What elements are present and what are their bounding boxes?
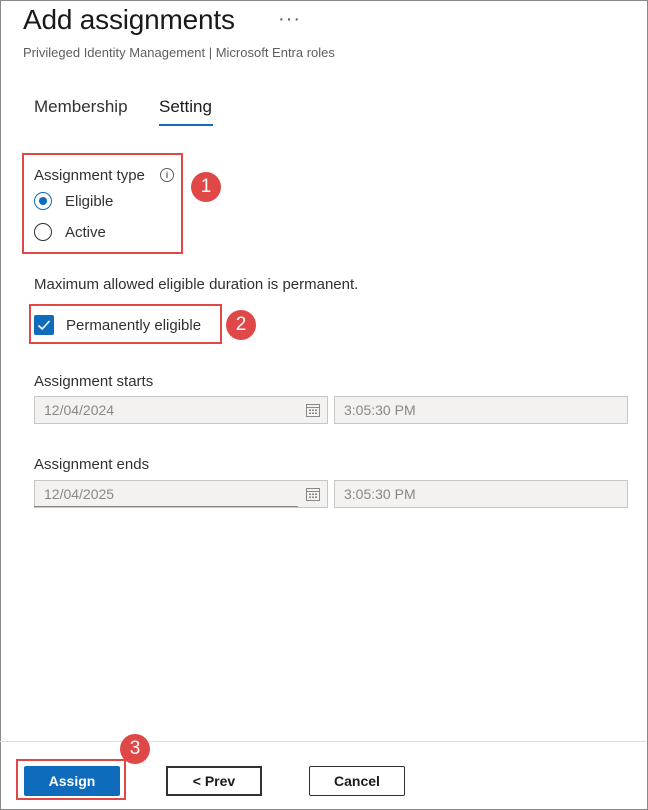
page-title: Add assignments: [23, 4, 235, 35]
footer-divider: [0, 741, 646, 742]
start-date-input[interactable]: 12/04/2024: [34, 396, 328, 424]
highlight-box-assign: [16, 759, 126, 800]
duration-note: Maximum allowed eligible duration is per…: [34, 276, 359, 293]
end-time-value: 3:05:30 PM: [344, 486, 416, 502]
highlight-box-permanently-eligible: [29, 304, 222, 344]
calendar-icon[interactable]: [306, 403, 320, 417]
end-time-input[interactable]: 3:05:30 PM: [334, 480, 628, 508]
active-tab-indicator: [159, 124, 213, 126]
cancel-button[interactable]: Cancel: [309, 766, 405, 796]
step-badge-3: 3: [120, 734, 150, 764]
page-subtitle: Privileged Identity Management | Microso…: [23, 45, 335, 60]
assignment-starts-label: Assignment starts: [34, 373, 154, 390]
start-date-value: 12/04/2024: [44, 402, 115, 418]
end-date-value: 12/04/2025: [44, 486, 115, 502]
end-date-input[interactable]: 12/04/2025: [34, 480, 328, 508]
prev-button[interactable]: < Prev: [166, 766, 262, 796]
start-time-input[interactable]: 3:05:30 PM: [334, 396, 628, 424]
tab-membership[interactable]: Membership: [34, 97, 128, 117]
step-badge-1: 1: [191, 172, 221, 202]
end-date-underline: [34, 506, 298, 507]
tab-setting[interactable]: Setting: [159, 97, 212, 117]
more-options-icon[interactable]: ···: [278, 8, 301, 31]
calendar-icon[interactable]: [306, 487, 320, 501]
step-badge-2: 2: [226, 310, 256, 340]
highlight-box-assignment-type: [22, 153, 183, 254]
start-time-value: 3:05:30 PM: [344, 402, 416, 418]
assignment-ends-label: Assignment ends: [34, 456, 150, 473]
